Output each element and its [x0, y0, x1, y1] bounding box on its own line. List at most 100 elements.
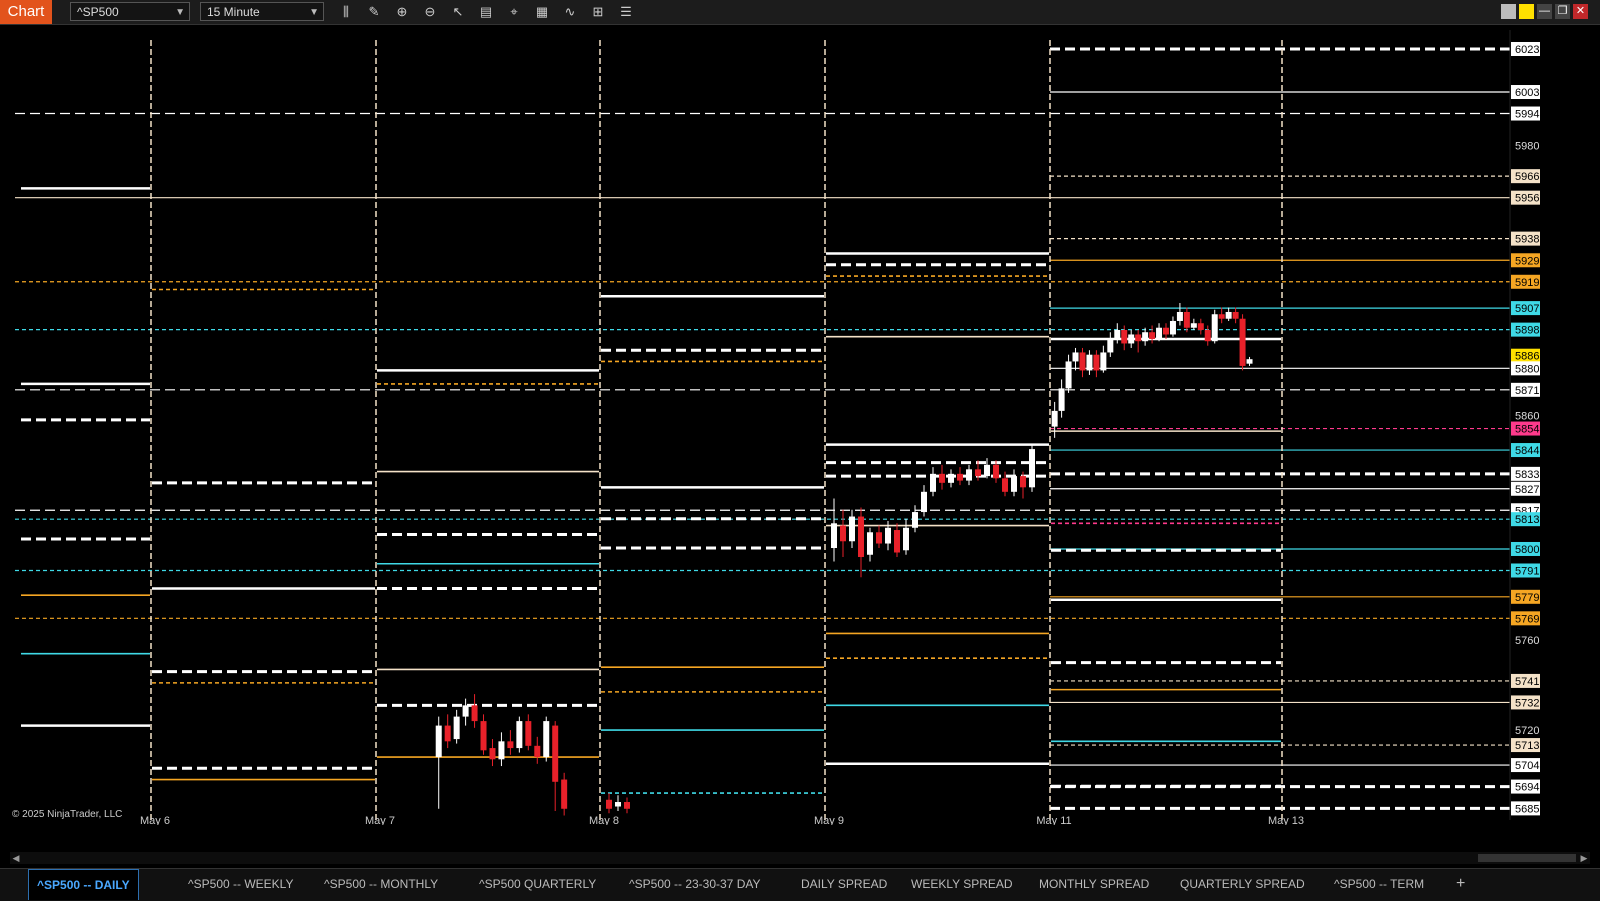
interval-selector[interactable]: 15 Minute ▼ [200, 2, 324, 21]
chart-title-button[interactable]: Chart [0, 0, 52, 24]
pointer-icon[interactable]: ↖ [449, 3, 467, 21]
candle-body [831, 523, 837, 549]
candle-body [489, 748, 496, 760]
candle-body [1142, 332, 1149, 342]
price-label: 5844.58 [1515, 445, 1540, 457]
price-label: 6023 [1515, 44, 1539, 56]
x-axis-tick-label: May 13 [1268, 815, 1304, 825]
candle-body [930, 473, 936, 492]
candle-body [1107, 338, 1114, 353]
candle-body [840, 525, 846, 542]
crosshair-icon[interactable]: ⌖ [505, 3, 523, 21]
candle-body [471, 705, 478, 722]
chart-toolbar: Chart ^SP500 ▼ 15 Minute ▼ ⫼ ✎ ⊕ ⊖ ↖ ▤ ⌖ ▦ ∿ ⊞ ☰ —… [0, 0, 1600, 25]
candle-body [1149, 332, 1156, 339]
candle-body [1156, 327, 1163, 339]
strategies-icon[interactable]: ∿ [561, 3, 579, 21]
zoom-out-icon[interactable]: ⊖ [421, 3, 439, 21]
chart-canvas[interactable]: 6023 6003.86 5994.29 5980.00 5966.43 5956.86 5… [10, 30, 1540, 825]
price-label: 5854.15 [1515, 424, 1540, 436]
tab-sp500-23-30-37-day[interactable]: ^SP500 -- 23-30-37 DAY [621, 869, 768, 899]
candle-body [921, 491, 927, 513]
candle-body [975, 469, 981, 477]
tab-monthly-spread[interactable]: MONTHLY SPREAD [1031, 869, 1157, 899]
horizontal-scrollbar[interactable]: ◀ ▶ [10, 852, 1590, 864]
candle-body [1020, 476, 1026, 488]
candle-body [552, 725, 559, 782]
candle-body [1100, 352, 1107, 371]
tab-daily-spread[interactable]: DAILY SPREAD [793, 869, 895, 899]
tab-sp500-term[interactable]: ^SP500 -- TERM [1326, 869, 1432, 899]
price-label: 5956.86 [1515, 193, 1540, 205]
tab-sp500-monthly[interactable]: ^SP500 -- MONTHLY [316, 869, 446, 899]
drawing-pencil-icon[interactable]: ✎ [365, 3, 383, 21]
price-label: 5907.73 [1515, 303, 1540, 315]
interval-value: 15 Minute [207, 5, 260, 19]
x-axis-tick-label: May 6 [140, 815, 170, 825]
price-label: 5713.34 [1515, 740, 1540, 752]
tab-quarterly-spread[interactable]: QUARTERLY SPREAD [1172, 869, 1313, 899]
candle-body [1176, 311, 1183, 321]
x-axis-tick-label: May 7 [365, 815, 395, 825]
properties-icon[interactable]: ☰ [617, 3, 635, 21]
scroll-thumb[interactable] [1478, 854, 1576, 862]
x-axis-tick-label: May 8 [589, 815, 619, 825]
bar-style-icon[interactable]: ⫼ [337, 3, 355, 21]
candle-body [1128, 334, 1135, 344]
candle-body [885, 527, 891, 544]
candle-body [948, 473, 954, 483]
candle-body [966, 469, 972, 481]
candle-body [957, 473, 963, 481]
candle-body [984, 464, 990, 477]
zoom-in-icon[interactable]: ⊕ [393, 3, 411, 21]
candle-body [1051, 410, 1058, 427]
price-label: 5833.99 [1515, 469, 1540, 481]
scroll-left-icon[interactable]: ◀ [10, 852, 22, 864]
price-label: 5741.87 [1515, 676, 1540, 688]
price-label: 5966.43 [1515, 171, 1540, 183]
data-box-icon[interactable]: ▤ [477, 3, 495, 21]
window-color-yellow-icon[interactable] [1519, 4, 1534, 19]
candle-body [498, 741, 505, 760]
candle-body [1239, 318, 1246, 366]
candle-body [912, 512, 918, 528]
candle-body [1029, 449, 1035, 488]
candle-body [1246, 359, 1253, 364]
chart-tab-bar: ^SP500 -- DAILY ^SP500 -- WEEKLY ^SP500 --… [0, 868, 1600, 901]
price-label: 6003.86 [1515, 87, 1540, 99]
candle-body [462, 705, 469, 717]
instrument-selector[interactable]: ^SP500 ▼ [70, 2, 190, 21]
window-color-gray-icon[interactable] [1501, 4, 1516, 19]
candle-body [444, 725, 451, 742]
candle-body [894, 530, 900, 553]
price-label: 5769.72 [1515, 613, 1540, 625]
tab-sp500-weekly[interactable]: ^SP500 -- WEEKLY [180, 869, 301, 899]
tab-sp500-daily[interactable]: ^SP500 -- DAILY [28, 869, 139, 900]
candle-body [561, 779, 568, 809]
indicators-icon[interactable]: ▦ [533, 3, 551, 21]
candle-body [1114, 329, 1121, 339]
candle-body [435, 725, 442, 758]
tab-weekly-spread[interactable]: WEEKLY SPREAD [903, 869, 1021, 899]
templates-icon[interactable]: ⊞ [589, 3, 607, 21]
close-icon[interactable]: ✕ [1573, 4, 1588, 19]
instrument-value: ^SP500 [77, 5, 119, 19]
price-chart[interactable]: 6023 6003.86 5994.29 5980.00 5966.43 5956.86 5… [10, 30, 1540, 825]
maximize-icon[interactable]: ❐ [1555, 4, 1570, 19]
candle-body [939, 473, 945, 483]
add-tab-button[interactable]: + [1448, 869, 1473, 899]
candle-body [858, 516, 864, 558]
candle-body [993, 464, 999, 479]
candle-body [849, 516, 855, 542]
price-label: 5994.29 [1515, 109, 1540, 121]
price-label: 5871.37 [1515, 385, 1540, 397]
candle-body [1079, 352, 1086, 371]
scroll-right-icon[interactable]: ▶ [1578, 852, 1590, 864]
x-axis-tick-label: May 11 [1036, 815, 1071, 825]
candle-body [1065, 361, 1072, 389]
candle-body [1218, 314, 1225, 319]
tab-sp500-quarterly[interactable]: ^SP500 QUARTERLY [471, 869, 604, 899]
candle-body [525, 721, 532, 746]
minimize-icon[interactable]: — [1537, 4, 1552, 19]
candle-body [1002, 478, 1008, 492]
